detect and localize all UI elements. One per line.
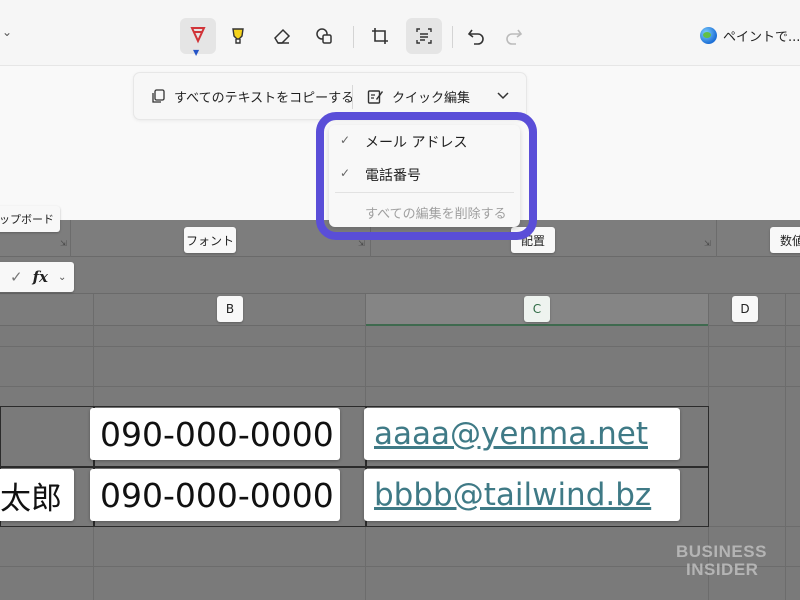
dialog-launcher-icon: ⇲ bbox=[704, 239, 711, 248]
dialog-launcher-icon: ⇲ bbox=[60, 239, 67, 248]
crop-icon bbox=[372, 28, 388, 44]
copy-all-text-button[interactable]: すべてのテキストをコピーする bbox=[150, 73, 354, 119]
text-actions-button[interactable] bbox=[406, 18, 442, 54]
dialog-launcher-icon: ⇲ bbox=[358, 239, 365, 248]
shapes-tool-button[interactable] bbox=[306, 18, 342, 54]
column-header-d: D bbox=[732, 296, 758, 322]
column-header-c: C bbox=[524, 296, 550, 322]
eraser-icon bbox=[274, 28, 291, 44]
ribbon-label-font-text: フォント bbox=[185, 233, 234, 248]
paint-app-icon bbox=[700, 27, 717, 44]
ribbon-label-number: 数値 bbox=[770, 227, 800, 253]
pen-icon bbox=[190, 27, 206, 44]
email-link[interactable]: bbbb@tailwind.bz bbox=[374, 477, 651, 513]
crop-tool-button[interactable] bbox=[362, 18, 398, 54]
quick-edit-icon bbox=[367, 89, 383, 104]
phone-number-text: 090-000-0000 bbox=[100, 475, 334, 515]
cell-a-row2[interactable]: 太郎 bbox=[0, 469, 74, 521]
cell-b-row1[interactable]: 090-000-0000 bbox=[90, 408, 340, 460]
highlight-frame bbox=[316, 112, 537, 240]
eraser-tool-button[interactable] bbox=[264, 18, 300, 54]
shapes-icon bbox=[316, 28, 332, 44]
ribbon-label-font: フォント bbox=[184, 227, 236, 253]
formula-bar bbox=[0, 257, 800, 294]
copy-all-text-label: すべてのテキストをコピーする bbox=[174, 90, 355, 106]
open-in-paint-label: ペイントで... bbox=[723, 30, 800, 45]
email-link[interactable]: aaaa@yenma.net bbox=[374, 416, 648, 452]
column-header-d-text: D bbox=[740, 302, 750, 316]
ribbon-label-clipboard: クリップボード bbox=[0, 206, 60, 232]
column-header-b: B bbox=[217, 296, 243, 322]
fx-label: fx bbox=[32, 268, 48, 286]
copy-icon bbox=[152, 89, 165, 103]
phone-number-text: 090-000-0000 bbox=[100, 414, 334, 454]
column-header-b-text: B bbox=[225, 302, 235, 316]
redo-button[interactable] bbox=[496, 18, 532, 54]
cell-c-row1[interactable]: aaaa@yenma.net bbox=[364, 408, 680, 460]
highlighter-icon bbox=[232, 28, 244, 44]
formula-bar-buttons: ✓ fx ⌄ bbox=[0, 262, 74, 292]
ribbon-label-number-text: 数値 bbox=[780, 233, 800, 248]
toolbar-divider bbox=[452, 26, 453, 48]
pen-dropdown-icon[interactable]: ▼ bbox=[193, 48, 199, 57]
open-in-paint-button[interactable]: ペイントで... bbox=[700, 26, 800, 45]
redo-icon bbox=[506, 29, 523, 45]
action-bar-divider bbox=[352, 85, 353, 109]
check-icon: ✓ bbox=[10, 268, 23, 286]
highlighter-tool-button[interactable] bbox=[220, 18, 256, 54]
column-header-c-text: C bbox=[532, 302, 542, 316]
ribbon-label-clipboard-text: クリップボード bbox=[0, 213, 54, 226]
name-text: 太郎 bbox=[0, 480, 62, 517]
cell-b-row2[interactable]: 090-000-0000 bbox=[90, 469, 340, 521]
undo-icon bbox=[467, 29, 484, 45]
watermark-line1: BUSINESS bbox=[676, 542, 767, 561]
snipping-toolbar: ⌄ ▼ ペイントで... bbox=[0, 0, 800, 66]
business-insider-watermark: BUSINESS INSIDER bbox=[676, 543, 767, 579]
toolbar-divider bbox=[353, 26, 354, 48]
chevron-down-icon[interactable]: ⌄ bbox=[2, 25, 12, 39]
undo-button[interactable] bbox=[458, 18, 494, 54]
text-actions-icon bbox=[416, 28, 432, 44]
watermark-line2: INSIDER bbox=[686, 560, 759, 579]
chevron-down-icon: ⌄ bbox=[57, 271, 67, 283]
quick-edit-chevron-down-icon[interactable] bbox=[496, 87, 510, 106]
cell-c-row2[interactable]: bbbb@tailwind.bz bbox=[364, 469, 680, 521]
quick-edit-label: クイック編集 bbox=[392, 90, 471, 106]
